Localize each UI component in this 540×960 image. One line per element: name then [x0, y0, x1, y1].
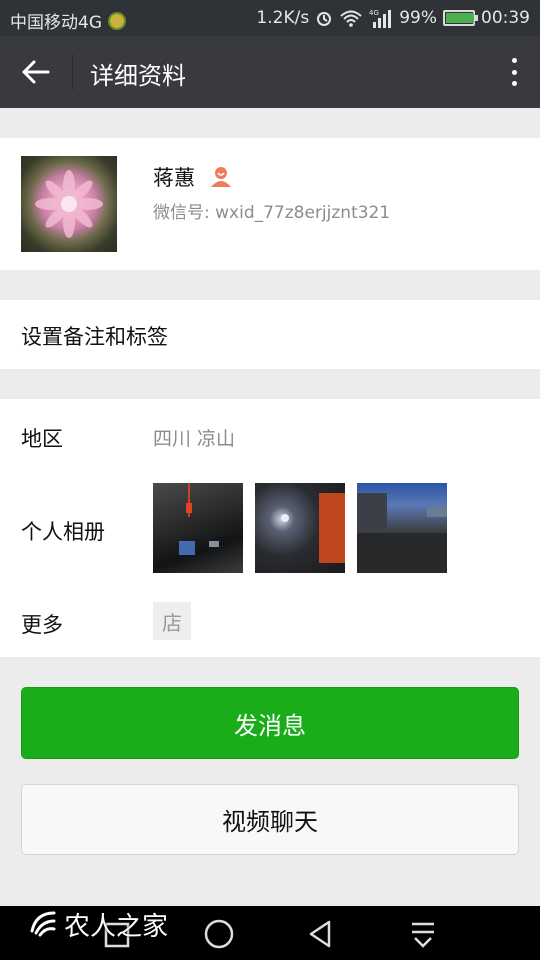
region-label: 地区	[21, 427, 63, 451]
header-divider	[72, 54, 73, 90]
profile-name: 蒋蕙	[153, 166, 195, 190]
album-photo-1[interactable]	[153, 483, 243, 573]
watermark: 农人之家	[26, 906, 168, 942]
info-card: 地区 四川 凉山 个人相册 更多 店	[0, 399, 540, 657]
carrier-text: 中国移动4G	[10, 13, 102, 33]
wechat-id: 微信号: wxid_77z8erjjznt321	[153, 203, 391, 223]
network-speed: 1.2K/s	[256, 8, 310, 28]
profile-card: 蒋蕙 微信号: wxid_77z8erjjznt321	[0, 138, 540, 270]
battery-icon	[443, 10, 478, 26]
album-label: 个人相册	[21, 520, 105, 544]
avatar-flower-image	[35, 170, 103, 238]
watermark-logo-icon	[30, 911, 56, 937]
battery-fill	[446, 13, 474, 23]
back-button[interactable]	[14, 54, 58, 90]
status-left: 中国移动4G	[10, 8, 126, 33]
album-photo-2[interactable]	[255, 483, 345, 573]
home-circle-icon[interactable]	[201, 916, 237, 952]
region-value: 四川 凉山	[153, 428, 236, 450]
download-icon[interactable]	[405, 916, 441, 952]
watermark-text: 农人之家	[64, 911, 169, 942]
svg-text:4G: 4G	[369, 9, 379, 17]
status-bar: 中国移动4G 1.2K/s 4G 99% 00:39	[0, 0, 540, 36]
send-message-button[interactable]: 发消息	[21, 687, 519, 759]
female-icon	[211, 167, 231, 187]
album-photo-2-image	[281, 493, 345, 563]
album-photo-3-image	[357, 493, 447, 573]
back-triangle-icon[interactable]	[303, 916, 339, 952]
avatar[interactable]	[21, 156, 117, 252]
album-photo-3[interactable]	[357, 483, 447, 573]
clock: 00:39	[481, 8, 530, 28]
remark-tag-label: 设置备注和标签	[21, 325, 168, 349]
header-bar: 详细资料	[0, 36, 540, 108]
more-vertical-icon	[511, 69, 517, 75]
more-button[interactable]	[502, 54, 526, 90]
app-icon	[108, 11, 126, 30]
profile-name-row: 蒋蕙	[153, 162, 233, 192]
status-right: 1.2K/s 4G 99% 00:39	[256, 8, 530, 28]
remark-tag-row[interactable]: 设置备注和标签	[0, 300, 540, 369]
wifi-icon	[340, 10, 362, 27]
battery-percent: 99%	[399, 8, 437, 28]
more-vertical-icon	[511, 58, 517, 63]
more-vertical-icon	[511, 81, 517, 86]
page-title: 详细资料	[90, 62, 186, 90]
arrow-left-icon	[22, 60, 50, 84]
album-photo-1-image	[179, 483, 219, 555]
more-label: 更多	[21, 613, 63, 637]
video-chat-button[interactable]: 视频聊天	[21, 784, 519, 855]
store-icon[interactable]: 店	[153, 602, 191, 640]
alarm-icon	[317, 12, 332, 26]
signal-icon: 4G	[369, 9, 392, 28]
